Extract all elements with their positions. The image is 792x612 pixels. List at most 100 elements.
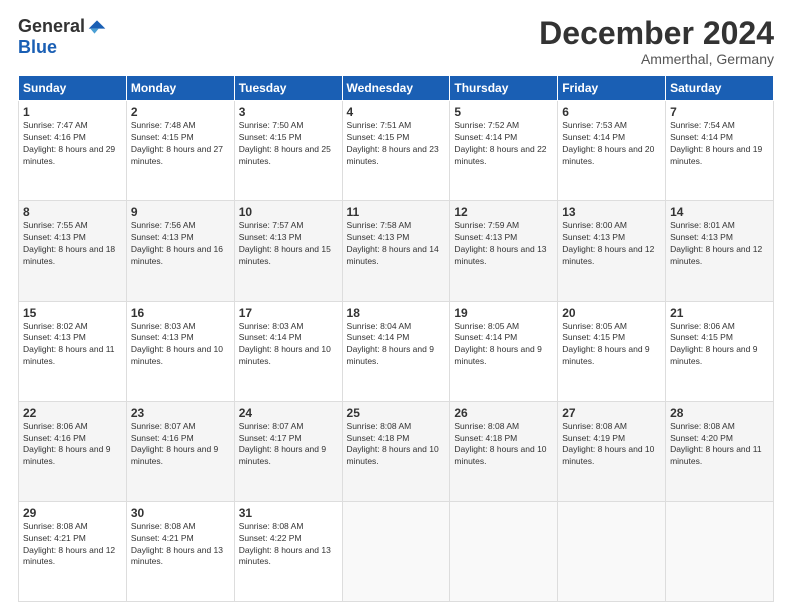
calendar-cell: 10Sunrise: 7:57 AMSunset: 4:13 PMDayligh… — [234, 201, 342, 301]
calendar-cell: 4Sunrise: 7:51 AMSunset: 4:15 PMDaylight… — [342, 101, 450, 201]
day-number: 16 — [131, 306, 230, 320]
day-number: 11 — [347, 205, 446, 219]
day-number: 7 — [670, 105, 769, 119]
calendar-cell: 1Sunrise: 7:47 AMSunset: 4:16 PMDaylight… — [19, 101, 127, 201]
day-info: Sunrise: 8:07 AMSunset: 4:16 PMDaylight:… — [131, 421, 230, 469]
day-number: 2 — [131, 105, 230, 119]
day-info: Sunrise: 7:51 AMSunset: 4:15 PMDaylight:… — [347, 120, 446, 168]
day-number: 3 — [239, 105, 338, 119]
calendar-cell: 8Sunrise: 7:55 AMSunset: 4:13 PMDaylight… — [19, 201, 127, 301]
day-info: Sunrise: 8:08 AMSunset: 4:18 PMDaylight:… — [454, 421, 553, 469]
day-header-thursday: Thursday — [450, 76, 558, 101]
day-info: Sunrise: 8:03 AMSunset: 4:13 PMDaylight:… — [131, 321, 230, 369]
calendar-cell: 19Sunrise: 8:05 AMSunset: 4:14 PMDayligh… — [450, 301, 558, 401]
day-header-monday: Monday — [126, 76, 234, 101]
day-info: Sunrise: 8:05 AMSunset: 4:14 PMDaylight:… — [454, 321, 553, 369]
day-number: 14 — [670, 205, 769, 219]
day-number: 12 — [454, 205, 553, 219]
calendar-cell: 18Sunrise: 8:04 AMSunset: 4:14 PMDayligh… — [342, 301, 450, 401]
calendar-cell: 7Sunrise: 7:54 AMSunset: 4:14 PMDaylight… — [666, 101, 774, 201]
day-number: 8 — [23, 205, 122, 219]
day-number: 31 — [239, 506, 338, 520]
day-info: Sunrise: 8:07 AMSunset: 4:17 PMDaylight:… — [239, 421, 338, 469]
day-info: Sunrise: 8:08 AMSunset: 4:19 PMDaylight:… — [562, 421, 661, 469]
header: General Blue December 2024 Ammerthal, Ge… — [18, 16, 774, 67]
day-number: 25 — [347, 406, 446, 420]
header-row: SundayMondayTuesdayWednesdayThursdayFrid… — [19, 76, 774, 101]
day-info: Sunrise: 8:08 AMSunset: 4:22 PMDaylight:… — [239, 521, 338, 569]
calendar-cell: 21Sunrise: 8:06 AMSunset: 4:15 PMDayligh… — [666, 301, 774, 401]
day-info: Sunrise: 8:00 AMSunset: 4:13 PMDaylight:… — [562, 220, 661, 268]
day-info: Sunrise: 8:06 AMSunset: 4:15 PMDaylight:… — [670, 321, 769, 369]
calendar-cell: 29Sunrise: 8:08 AMSunset: 4:21 PMDayligh… — [19, 501, 127, 601]
day-number: 17 — [239, 306, 338, 320]
main-title: December 2024 — [539, 16, 774, 51]
day-info: Sunrise: 7:56 AMSunset: 4:13 PMDaylight:… — [131, 220, 230, 268]
calendar-cell: 17Sunrise: 8:03 AMSunset: 4:14 PMDayligh… — [234, 301, 342, 401]
day-header-saturday: Saturday — [666, 76, 774, 101]
calendar-cell: 24Sunrise: 8:07 AMSunset: 4:17 PMDayligh… — [234, 401, 342, 501]
day-info: Sunrise: 8:03 AMSunset: 4:14 PMDaylight:… — [239, 321, 338, 369]
logo-blue-text: Blue — [18, 37, 57, 58]
calendar-cell: 2Sunrise: 7:48 AMSunset: 4:15 PMDaylight… — [126, 101, 234, 201]
day-header-friday: Friday — [558, 76, 666, 101]
calendar-cell: 30Sunrise: 8:08 AMSunset: 4:21 PMDayligh… — [126, 501, 234, 601]
day-number: 19 — [454, 306, 553, 320]
subtitle: Ammerthal, Germany — [539, 51, 774, 67]
day-number: 28 — [670, 406, 769, 420]
day-number: 20 — [562, 306, 661, 320]
page: General Blue December 2024 Ammerthal, Ge… — [0, 0, 792, 612]
day-info: Sunrise: 7:52 AMSunset: 4:14 PMDaylight:… — [454, 120, 553, 168]
day-number: 1 — [23, 105, 122, 119]
day-number: 5 — [454, 105, 553, 119]
day-info: Sunrise: 8:08 AMSunset: 4:18 PMDaylight:… — [347, 421, 446, 469]
day-info: Sunrise: 7:55 AMSunset: 4:13 PMDaylight:… — [23, 220, 122, 268]
calendar-cell: 6Sunrise: 7:53 AMSunset: 4:14 PMDaylight… — [558, 101, 666, 201]
day-number: 24 — [239, 406, 338, 420]
logo: General Blue — [18, 16, 107, 58]
day-number: 18 — [347, 306, 446, 320]
calendar-cell — [450, 501, 558, 601]
calendar-cell: 13Sunrise: 8:00 AMSunset: 4:13 PMDayligh… — [558, 201, 666, 301]
day-number: 9 — [131, 205, 230, 219]
week-row-1: 1Sunrise: 7:47 AMSunset: 4:16 PMDaylight… — [19, 101, 774, 201]
calendar-cell: 14Sunrise: 8:01 AMSunset: 4:13 PMDayligh… — [666, 201, 774, 301]
day-info: Sunrise: 8:08 AMSunset: 4:21 PMDaylight:… — [131, 521, 230, 569]
day-number: 22 — [23, 406, 122, 420]
day-number: 23 — [131, 406, 230, 420]
day-header-tuesday: Tuesday — [234, 76, 342, 101]
day-header-sunday: Sunday — [19, 76, 127, 101]
day-info: Sunrise: 7:57 AMSunset: 4:13 PMDaylight:… — [239, 220, 338, 268]
day-number: 30 — [131, 506, 230, 520]
day-number: 27 — [562, 406, 661, 420]
calendar-cell: 22Sunrise: 8:06 AMSunset: 4:16 PMDayligh… — [19, 401, 127, 501]
week-row-2: 8Sunrise: 7:55 AMSunset: 4:13 PMDaylight… — [19, 201, 774, 301]
day-info: Sunrise: 7:48 AMSunset: 4:15 PMDaylight:… — [131, 120, 230, 168]
calendar-cell: 15Sunrise: 8:02 AMSunset: 4:13 PMDayligh… — [19, 301, 127, 401]
day-info: Sunrise: 7:47 AMSunset: 4:16 PMDaylight:… — [23, 120, 122, 168]
day-info: Sunrise: 8:02 AMSunset: 4:13 PMDaylight:… — [23, 321, 122, 369]
week-row-3: 15Sunrise: 8:02 AMSunset: 4:13 PMDayligh… — [19, 301, 774, 401]
calendar-cell — [666, 501, 774, 601]
calendar-table: SundayMondayTuesdayWednesdayThursdayFrid… — [18, 75, 774, 602]
day-info: Sunrise: 7:53 AMSunset: 4:14 PMDaylight:… — [562, 120, 661, 168]
day-header-wednesday: Wednesday — [342, 76, 450, 101]
day-number: 10 — [239, 205, 338, 219]
calendar-cell: 16Sunrise: 8:03 AMSunset: 4:13 PMDayligh… — [126, 301, 234, 401]
calendar-cell: 23Sunrise: 8:07 AMSunset: 4:16 PMDayligh… — [126, 401, 234, 501]
day-info: Sunrise: 8:06 AMSunset: 4:16 PMDaylight:… — [23, 421, 122, 469]
calendar-cell: 25Sunrise: 8:08 AMSunset: 4:18 PMDayligh… — [342, 401, 450, 501]
day-number: 26 — [454, 406, 553, 420]
week-row-4: 22Sunrise: 8:06 AMSunset: 4:16 PMDayligh… — [19, 401, 774, 501]
logo-icon — [87, 17, 107, 37]
title-block: December 2024 Ammerthal, Germany — [539, 16, 774, 67]
calendar-cell: 11Sunrise: 7:58 AMSunset: 4:13 PMDayligh… — [342, 201, 450, 301]
day-info: Sunrise: 8:08 AMSunset: 4:21 PMDaylight:… — [23, 521, 122, 569]
day-number: 29 — [23, 506, 122, 520]
calendar-cell: 3Sunrise: 7:50 AMSunset: 4:15 PMDaylight… — [234, 101, 342, 201]
calendar-cell: 27Sunrise: 8:08 AMSunset: 4:19 PMDayligh… — [558, 401, 666, 501]
day-info: Sunrise: 8:08 AMSunset: 4:20 PMDaylight:… — [670, 421, 769, 469]
day-number: 21 — [670, 306, 769, 320]
day-info: Sunrise: 8:04 AMSunset: 4:14 PMDaylight:… — [347, 321, 446, 369]
calendar-cell — [342, 501, 450, 601]
